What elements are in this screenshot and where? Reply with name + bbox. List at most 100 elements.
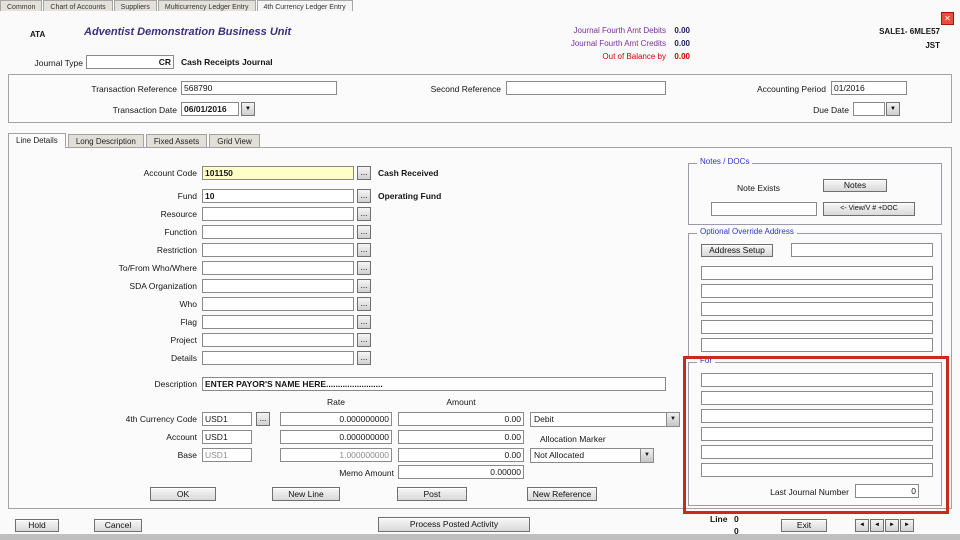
lookup-button-4th-currency-code[interactable]: ... (256, 412, 270, 426)
field-restriction[interactable] (202, 243, 354, 257)
field-account-rate[interactable]: 0.000000000 (280, 430, 392, 444)
for-field-6[interactable] (701, 463, 933, 477)
address-field-3[interactable] (701, 302, 933, 316)
field-sda-organization[interactable] (202, 279, 354, 293)
field-function[interactable] (202, 225, 354, 239)
form-row-sda-organization: SDA Organization... (0, 279, 700, 295)
address-field-5[interactable] (701, 338, 933, 352)
out-of-balance-label: Out of Balance by (602, 52, 666, 61)
for-field-5[interactable] (701, 445, 933, 459)
second-reference-field[interactable] (506, 81, 666, 95)
journal-fourth-debits-label: Journal Fourth Amt Debits (573, 26, 666, 35)
journal-fourth-credits-label: Journal Fourth Amt Credits (570, 39, 666, 48)
field-account-code[interactable]: USD1 (202, 430, 252, 444)
new-line-button[interactable]: New Line (272, 487, 340, 501)
field-details[interactable] (202, 351, 354, 365)
tab-fixed-assets[interactable]: Fixed Assets (145, 134, 208, 148)
field-fund[interactable]: 10 (202, 189, 354, 203)
field-account-code[interactable]: 101150 (202, 166, 354, 180)
tab-long-description[interactable]: Long Description (67, 134, 144, 148)
for-field-3[interactable] (701, 409, 933, 423)
close-button[interactable]: ✕ (941, 12, 954, 25)
notes-button[interactable]: Notes (823, 179, 887, 192)
due-date-dropdown-icon[interactable]: ▼ (886, 102, 900, 116)
transaction-date-field[interactable]: 06/01/2016 (181, 102, 239, 116)
transaction-reference-field[interactable]: 568790 (181, 81, 337, 95)
lookup-button-restriction[interactable]: ... (357, 243, 371, 257)
business-unit-code: ATA (30, 30, 46, 39)
top-tab-common[interactable]: Common (0, 0, 43, 11)
field-label-fund: Fund (177, 191, 197, 201)
lookup-button-who[interactable]: ... (357, 297, 371, 311)
form-row-flag: Flag... (0, 315, 700, 331)
form-row-resource: Resource... (0, 207, 700, 223)
lookup-button-to-from-who-where[interactable]: ... (357, 261, 371, 275)
lookup-button-sda-organization[interactable]: ... (357, 279, 371, 293)
field-account-amount[interactable]: 0.00 (398, 430, 524, 444)
form-row-details: Details... (0, 351, 700, 367)
address-field-1[interactable] (701, 266, 933, 280)
for-field-2[interactable] (701, 391, 933, 405)
due-date-field[interactable] (853, 102, 885, 116)
for-field-1[interactable] (701, 373, 933, 387)
journal-type-field[interactable]: CR (86, 55, 174, 69)
field-resource[interactable] (202, 207, 354, 221)
tab-grid-view[interactable]: Grid View (209, 134, 260, 148)
nav-prev-button[interactable]: ◄ (870, 519, 884, 532)
process-posted-activity-button[interactable]: Process Posted Activity (378, 517, 530, 532)
field-base-rate[interactable]: 1.000000000 (280, 448, 392, 462)
nav-next-button[interactable]: ► (885, 519, 899, 532)
field-4th-currency-code-rate[interactable]: 0.000000000 (280, 412, 392, 426)
note-field[interactable] (711, 202, 817, 216)
field-4th-currency-code-code[interactable]: USD1 (202, 412, 252, 426)
top-tab-multicurrency-ledger-entry[interactable]: Multicurrency Ledger Entry (157, 0, 256, 11)
accounting-period-field[interactable]: 01/2016 (831, 81, 907, 95)
tab-line-details[interactable]: Line Details (8, 133, 66, 148)
form-row-account-code: Account Code 101150... Cash Received (0, 166, 700, 182)
address-field-top[interactable] (791, 243, 933, 257)
address-field-2[interactable] (701, 284, 933, 298)
view-doc-button[interactable]: <- View/V # +DOC (823, 202, 915, 216)
lookup-button-details[interactable]: ... (357, 351, 371, 365)
field-to-from-who-where[interactable] (202, 261, 354, 275)
transaction-date-dropdown-icon[interactable]: ▼ (241, 102, 255, 116)
lookup-button-function[interactable]: ... (357, 225, 371, 239)
description-label: Description (154, 379, 197, 389)
note-exists-label: Note Exists (737, 183, 780, 193)
cancel-button[interactable]: Cancel (94, 519, 142, 532)
lookup-button-flag[interactable]: ... (357, 315, 371, 329)
field-project[interactable] (202, 333, 354, 347)
top-tab-suppliers[interactable]: Suppliers (113, 0, 157, 11)
post-button[interactable]: Post (397, 487, 467, 501)
currency-row-4th-currency-code: 4th Currency Code USD1... 0.000000000 0.00 (0, 412, 700, 428)
lookup-button-resource[interactable]: ... (357, 207, 371, 221)
top-tab-chart-of-accounts[interactable]: Chart of Accounts (43, 0, 113, 11)
exit-button[interactable]: Exit (781, 519, 827, 532)
nav-first-button[interactable]: ◄ (855, 519, 869, 532)
field-label-function: Function (164, 227, 197, 237)
memo-amount-field[interactable]: 0.00000 (398, 465, 524, 479)
lookup-button-project[interactable]: ... (357, 333, 371, 347)
hold-button[interactable]: Hold (15, 519, 59, 532)
field-flag[interactable] (202, 315, 354, 329)
nav-last-button[interactable]: ► (900, 519, 914, 532)
transaction-date-label: Transaction Date (112, 105, 177, 115)
for-field-4[interactable] (701, 427, 933, 441)
field-base-amount[interactable]: 0.00 (398, 448, 524, 462)
field-base-code[interactable]: USD1 (202, 448, 252, 462)
lookup-button-fund[interactable]: ... (357, 189, 371, 203)
address-field-4[interactable] (701, 320, 933, 334)
description-field[interactable]: ENTER PAYOR'S NAME HERE.................… (202, 377, 666, 391)
address-setup-button[interactable]: Address Setup (701, 244, 773, 257)
ok-button[interactable]: OK (150, 487, 216, 501)
top-tab-4th-currency-ledger-entry[interactable]: 4th Currency Ledger Entry (256, 0, 353, 11)
transaction-reference-label: Transaction Reference (91, 84, 177, 94)
lookup-button-account-code[interactable]: ... (357, 166, 371, 180)
field-who[interactable] (202, 297, 354, 311)
new-reference-button[interactable]: New Reference (527, 487, 597, 501)
last-journal-number-field[interactable]: 0 (855, 484, 919, 498)
field-4th-currency-code-amount[interactable]: 0.00 (398, 412, 524, 426)
user-id: JST (925, 41, 940, 50)
notes-docs-title: Notes / DOCs (697, 157, 753, 166)
rate-column-header: Rate (327, 397, 345, 407)
